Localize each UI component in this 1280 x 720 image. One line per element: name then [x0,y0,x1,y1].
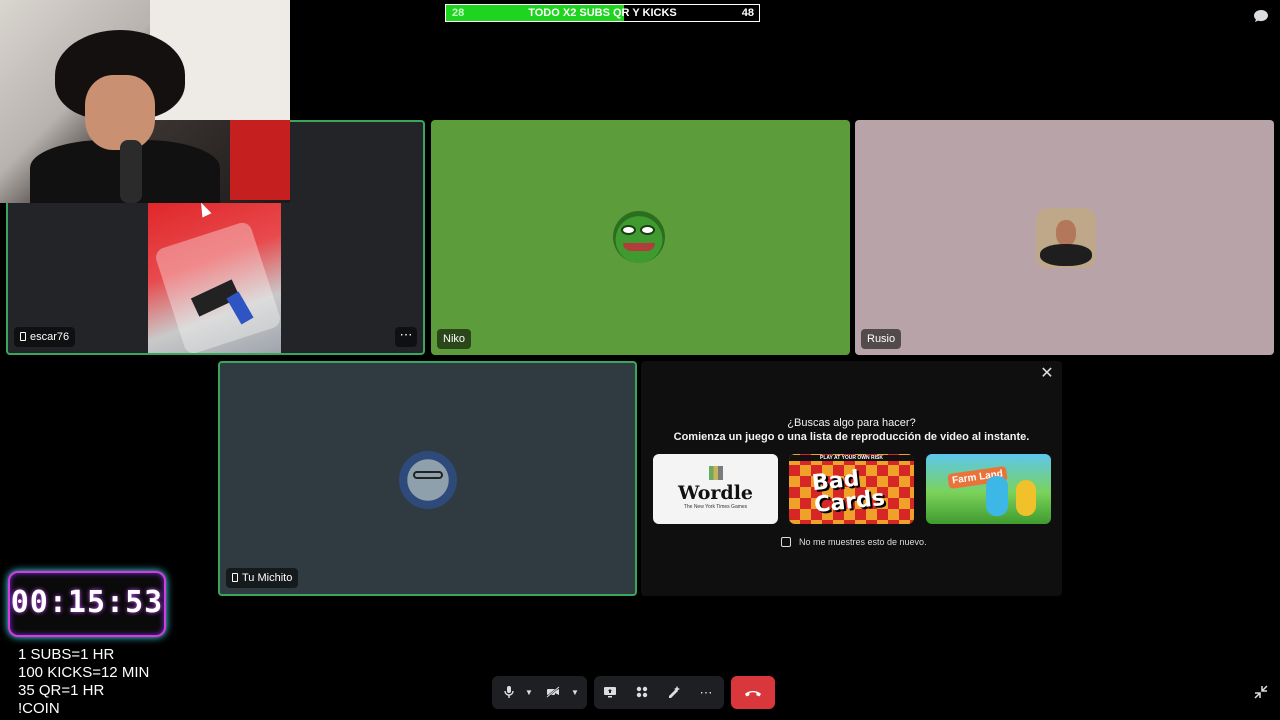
goal-end-value: 48 [741,7,754,19]
participant-name-tag: Rusio [861,329,902,349]
participant-name: Tu Michito [242,572,293,584]
more-options-button[interactable]: ⋯ [395,327,417,347]
phone-hangup-icon [745,691,761,697]
rule-line: !COIN [18,700,60,717]
niko-avatar [613,211,665,263]
audio-video-controls: ▼ ▼ [492,676,587,709]
game-title: Bad Cards [810,466,886,519]
game-card-farm-land[interactable]: Farm Land [926,454,1051,524]
dont-show-again-option[interactable]: No me muestres esto de nuevo. [781,537,927,547]
tu-michito-avatar [399,451,457,509]
timer-value: 00:15:53 [10,585,164,620]
stream-timer: 00:15:53 [8,571,166,637]
chat-bubble-icon[interactable] [1253,8,1269,24]
panel-subtitle: Comienza un juego o una lista de reprodu… [673,431,1030,443]
participant-name-tag: Niko [437,329,472,349]
activity-suggestion-panel: ✕ ¿Buscas algo para hacer? Comienza un j… [641,361,1062,596]
participant-name: Rusio [867,333,896,345]
rusio-avatar [1036,208,1096,268]
close-icon[interactable]: ✕ [1038,365,1056,383]
soundboard-icon[interactable] [663,676,685,709]
rule-line: 35 QR=1 HR [18,682,105,699]
rule-line: 100 KICKS=12 MIN [18,664,150,681]
mobile-icon [20,332,26,341]
goal-label: TODO X2 SUBS QR Y KICKS [528,7,677,19]
participant-name: Niko [443,333,466,345]
checkbox[interactable] [781,537,791,547]
disconnect-button[interactable] [731,676,775,709]
dont-show-again-label: No me muestres esto de nuevo. [799,537,927,547]
wordle-grid-icon [709,466,723,480]
escar76-video-feed [148,203,281,353]
participant-name: escar76 [30,331,70,343]
microphone-icon[interactable] [498,676,520,709]
game-card-wordle[interactable]: Wordle The New York Times Games [653,454,778,524]
minimize-icon[interactable] [1253,685,1269,701]
rule-line: 1 SUBS=1 HR [18,646,115,663]
stream-rules: 1 SUBS=1 HR 100 KICKS=12 MIN 35 QR=1 HR … [18,646,149,718]
game-publisher: The New York Times Games [683,504,748,510]
game-title: Wordle [677,482,754,504]
game-tagline: PLAY AT YOUR OWN RISK [789,455,914,461]
mobile-icon [232,573,238,582]
camera-off-icon[interactable] [542,676,564,709]
activities-icon[interactable] [631,676,653,709]
goal-progress-bar: 28 TODO X2 SUBS QR Y KICKS 48 [445,4,760,22]
activity-controls: ⋯ [594,676,724,709]
chevron-down-icon[interactable]: ▼ [518,676,540,709]
streamer-webcam [0,0,290,203]
more-icon[interactable]: ⋯ [695,676,717,709]
participant-name-tag: Tu Michito [226,568,299,588]
game-card-bad-cards[interactable]: PLAY AT YOUR OWN RISK Bad Cards [789,454,914,524]
chevron-down-icon[interactable]: ▼ [564,676,586,709]
screen-share-icon[interactable] [599,676,621,709]
panel-title: ¿Buscas algo para hacer? [787,417,916,429]
participant-name-tag: escar76 [14,327,76,347]
